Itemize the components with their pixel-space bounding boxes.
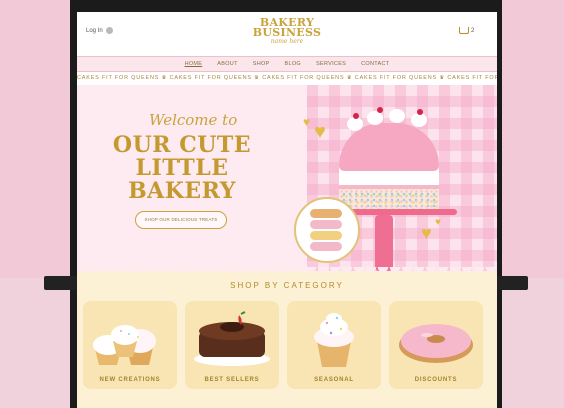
logo-line2: BUSINESS [252, 26, 322, 39]
category-title: SHOP BY CATEGORY [230, 281, 344, 290]
whipped-cream [411, 113, 427, 127]
sprinkle-layer [339, 189, 439, 211]
cherry [377, 107, 383, 113]
donut-photo [399, 324, 473, 363]
category-label: DISCOUNTS [414, 377, 458, 383]
macaron [310, 220, 342, 229]
macaron [310, 209, 342, 218]
nav-blog[interactable]: BLOG [285, 61, 301, 67]
hero-headline: OUR CUTE LITTLE BAKERY [107, 134, 257, 203]
heart-icon: ♥ [435, 217, 441, 228]
login-link[interactable]: Log In [86, 27, 113, 34]
macaron-photo [294, 197, 360, 263]
category-label: BEST SELLERS [204, 377, 260, 383]
category-card-new-creations[interactable]: NEW CREATIONS [83, 301, 177, 389]
scallop-divider [77, 267, 497, 275]
category-label: SEASONAL [314, 377, 354, 383]
category-section: SHOP BY CATEGORY NEW CREATIONS BEST SELL… [77, 267, 497, 408]
hero-welcome: Welcome to [149, 111, 238, 129]
nav-shop[interactable]: SHOP [253, 61, 270, 67]
category-label: NEW CREATIONS [99, 377, 161, 383]
logo[interactable]: BAKERY BUSINESS name here [247, 17, 327, 45]
nav-contact[interactable]: CONTACT [361, 61, 389, 67]
site-header: Log In BAKERY BUSINESS name here 2 [77, 12, 497, 56]
category-card-seasonal[interactable]: SEASONAL [287, 301, 381, 389]
cupcake-photo [314, 313, 354, 367]
cart-count: 2 [471, 27, 475, 34]
headline-line1: OUR CUTE [112, 132, 252, 158]
website-screen: Log In BAKERY BUSINESS name here 2 HOME … [77, 12, 497, 408]
macaron [310, 242, 342, 251]
whipped-cream [389, 109, 405, 123]
cherry [353, 113, 359, 119]
cupcakes-photo [93, 325, 156, 365]
category-card-best-sellers[interactable]: BEST SELLERS [185, 301, 279, 389]
user-icon [105, 27, 113, 34]
category-card-discounts[interactable]: DISCOUNTS [389, 301, 483, 389]
headline-line2: LITTLE [135, 155, 229, 181]
whipped-cream [347, 117, 363, 131]
heart-icon: ♥ [303, 115, 311, 129]
nav-services[interactable]: SERVICES [316, 61, 346, 67]
basket-icon [459, 27, 469, 34]
cart-button[interactable]: 2 [459, 27, 474, 34]
hero-section: Welcome to OUR CUTE LITTLE BAKERY SHOP O… [77, 85, 497, 271]
cherry [417, 109, 423, 115]
marquee-ticker: CAKES FIT FOR QUEENS ♛ CAKES FIT FOR QUE… [77, 72, 497, 84]
macaron [310, 231, 342, 240]
cake-stand-stem [375, 215, 393, 271]
whipped-cream [367, 111, 383, 125]
login-label: Log In [86, 27, 103, 34]
main-nav: HOME ABOUT SHOP BLOG SERVICES CONTACT [77, 56, 497, 72]
heart-icon: ♥ [314, 121, 326, 143]
headline-line3: BAKERY [128, 178, 236, 204]
nav-about[interactable]: ABOUT [217, 61, 237, 67]
logo-tagline: name here [270, 38, 304, 45]
chocolate-cake-photo [194, 311, 270, 366]
shop-treats-button[interactable]: SHOP OUR DELICIOUS TREATS [135, 211, 227, 229]
nav-home[interactable]: HOME [185, 61, 203, 67]
heart-icon: ♥ [421, 223, 432, 243]
